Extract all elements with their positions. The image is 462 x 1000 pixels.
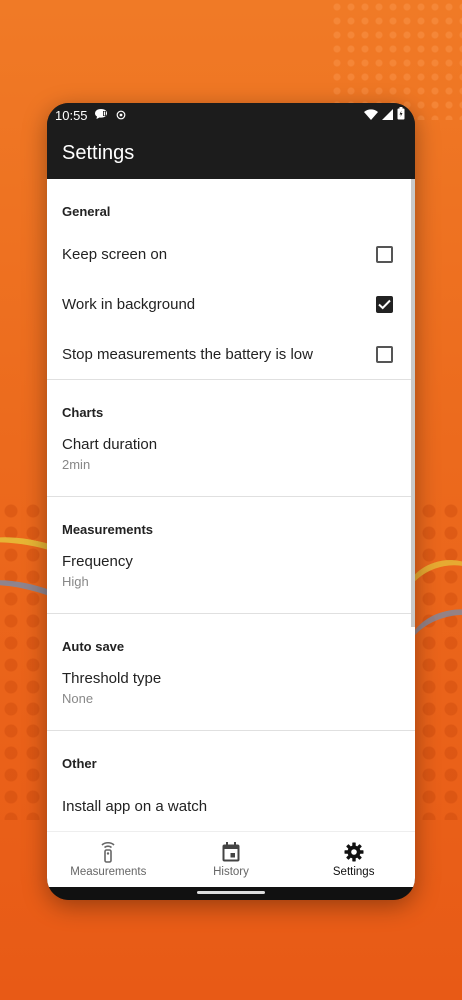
pref-title: Threshold type [62, 670, 162, 687]
checkbox-keep-screen-on[interactable] [376, 245, 393, 263]
nav-item-settings[interactable]: Settings [292, 832, 415, 887]
antenna-icon [101, 841, 115, 863]
data-saver-icon [116, 108, 126, 123]
signal-icon [382, 108, 393, 123]
pref-label: Stop measurements the battery is low [62, 345, 313, 363]
calendar-icon [222, 842, 240, 862]
pref-work-in-background[interactable]: Work in background [47, 279, 415, 329]
wifi-icon [364, 108, 378, 123]
pref-keep-screen-on[interactable]: Keep screen on [47, 229, 415, 279]
gesture-handle[interactable] [197, 891, 265, 894]
pref-threshold-type[interactable]: Threshold type None [47, 664, 415, 730]
gesture-navigation-bar [47, 887, 415, 900]
chat-notification-icon [94, 108, 108, 123]
pref-install-app-on-watch[interactable]: Install app on a watch [47, 781, 415, 831]
nav-item-measurements[interactable]: Measurements [47, 832, 170, 887]
pref-chart-duration[interactable]: Chart duration 2min [47, 430, 415, 496]
app-bar: Settings [47, 127, 415, 179]
nav-item-history[interactable]: History [170, 832, 293, 887]
pref-summary: None [62, 691, 94, 706]
settings-list[interactable]: General Keep screen on Work in backgroun… [47, 179, 415, 831]
section-header-auto-save: Auto save [62, 639, 125, 654]
checkmark-icon [378, 299, 391, 309]
pref-label: Install app on a watch [62, 797, 208, 815]
section-header-charts: Charts [62, 405, 104, 420]
status-time: 10:55 [55, 107, 88, 123]
pref-summary: 2min [62, 457, 91, 472]
pref-frequency[interactable]: Frequency High [47, 547, 415, 613]
scrollbar[interactable] [411, 179, 415, 627]
background-pattern-top [330, 0, 462, 120]
nav-label: History [213, 866, 249, 878]
gear-icon [344, 842, 364, 862]
nav-label: Measurements [70, 866, 147, 878]
pref-title: Chart duration [62, 436, 158, 453]
pref-summary: High [62, 574, 89, 589]
section-header-other: Other [62, 756, 97, 771]
page-title: Settings [62, 141, 135, 164]
pref-label: Keep screen on [62, 245, 168, 263]
nav-label: Settings [332, 866, 375, 878]
pref-label: Work in background [62, 295, 196, 313]
checkbox-work-in-background[interactable] [376, 295, 393, 313]
phone-frame: 10:55 Settings General Keep screen on Wo… [47, 103, 415, 900]
bottom-navigation: Measurements History Settings [47, 831, 415, 887]
pref-title: Frequency [62, 553, 133, 570]
pref-stop-measurements-battery-low[interactable]: Stop measurements the battery is low [47, 329, 415, 379]
section-header-measurements: Measurements [62, 522, 154, 537]
battery-icon [397, 107, 405, 123]
status-bar: 10:55 [47, 103, 415, 127]
checkbox-stop-measurements[interactable] [376, 345, 393, 363]
section-header-general: General [62, 204, 111, 219]
